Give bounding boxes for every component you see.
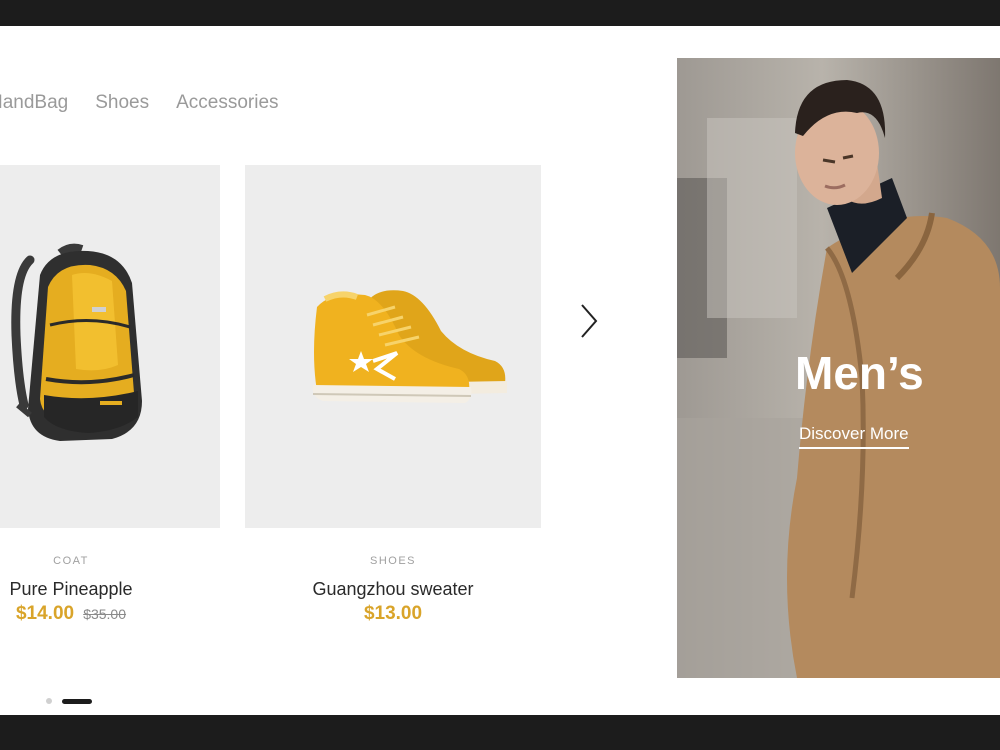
mens-promo-banner[interactable]: Men’s Discover More: [677, 58, 1000, 678]
pagination-dot[interactable]: [46, 698, 52, 704]
category-tabs: HandBag Shoes Accessories: [0, 92, 279, 114]
product-image-backpack[interactable]: [0, 165, 220, 528]
chevron-right-icon[interactable]: [572, 302, 604, 340]
product-image-sneakers[interactable]: [245, 165, 541, 528]
tab-handbag[interactable]: HandBag: [0, 92, 68, 114]
carousel-pagination: [46, 698, 92, 704]
discover-more-link[interactable]: Discover More: [799, 424, 909, 449]
tab-shoes[interactable]: Shoes: [95, 92, 149, 114]
product-category: COAT: [53, 555, 89, 567]
product-old-price: $35.00: [83, 606, 127, 622]
product-price: $13.00: [363, 603, 423, 624]
product-price-row: $14.00 $35.00: [0, 603, 142, 625]
product-name[interactable]: Pure Pineapple: [0, 579, 142, 600]
promo-title: Men’s: [795, 347, 924, 399]
product-price-row: $13.00: [245, 603, 541, 625]
product-name[interactable]: Guangzhou sweater: [245, 579, 541, 600]
bottom-frame-bar: [0, 715, 1000, 750]
product-section: HandBag Shoes Accessories: [0, 26, 1000, 715]
pagination-dot-active[interactable]: [62, 698, 92, 704]
product-price: $14.00: [15, 603, 75, 624]
top-frame-bar: [0, 0, 1000, 26]
tab-accessories[interactable]: Accessories: [176, 92, 278, 114]
product-category: SHOES: [369, 555, 416, 567]
